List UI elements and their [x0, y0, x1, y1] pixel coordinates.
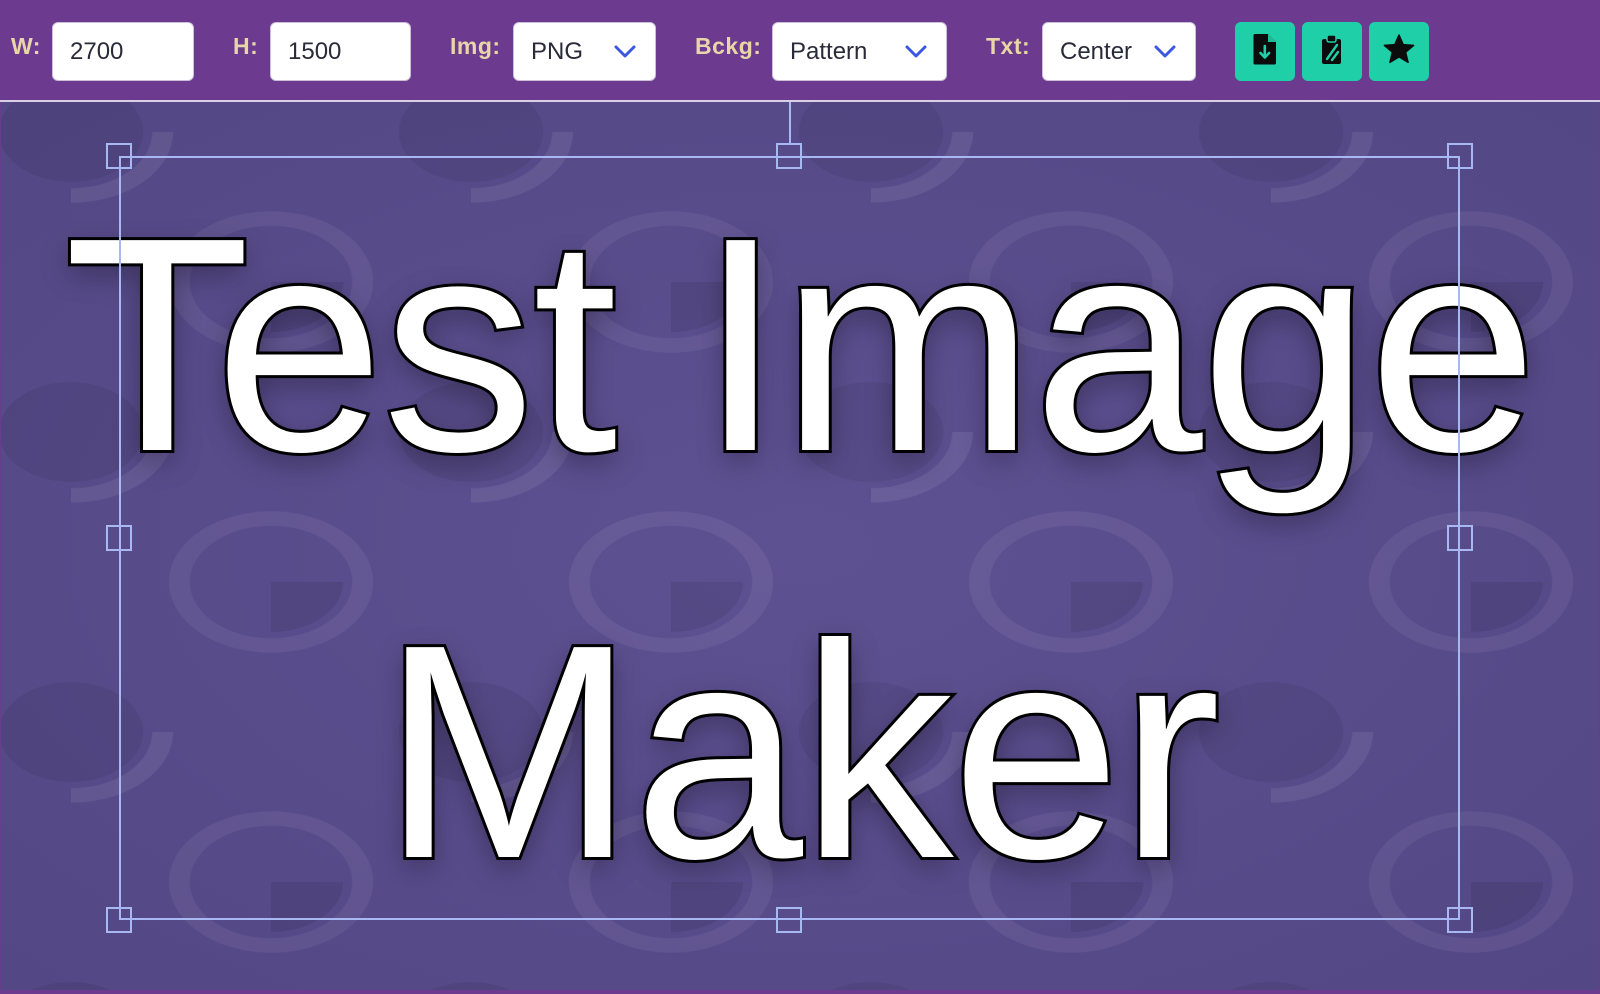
resize-handle-right[interactable] — [1447, 525, 1473, 551]
text-selection-box[interactable] — [119, 156, 1460, 920]
width-input[interactable]: 2700 — [52, 22, 194, 81]
favorite-button[interactable] — [1369, 22, 1429, 81]
resize-handle-bottom-right[interactable] — [1447, 907, 1473, 933]
background-value: Pattern — [790, 37, 868, 65]
toolbar: W: 2700 H: 1500 Img: PNG Bckg: Pattern T… — [0, 0, 1600, 102]
resize-handle-bottom[interactable] — [776, 907, 802, 933]
resize-handle-top-right[interactable] — [1447, 143, 1473, 169]
resize-handle-bottom-left[interactable] — [106, 907, 132, 933]
chevron-down-icon — [611, 42, 639, 62]
img-format-value: PNG — [531, 37, 584, 65]
resize-handle-left[interactable] — [106, 525, 132, 551]
copy-clipboard-icon — [1317, 33, 1347, 70]
background-label: Bckg: — [695, 33, 762, 59]
download-button[interactable] — [1235, 22, 1295, 81]
resize-handle-top-left[interactable] — [106, 143, 132, 169]
text-align-label: Txt: — [986, 33, 1031, 59]
resize-handle-top[interactable] — [776, 143, 802, 169]
width-value: 2700 — [70, 37, 124, 65]
width-label: W: — [11, 33, 41, 59]
image-preview-canvas[interactable]: Test Image Maker — [1, 102, 1599, 990]
star-icon — [1383, 34, 1415, 69]
rotate-handle-line — [789, 102, 791, 144]
height-input[interactable]: 1500 — [270, 22, 411, 81]
copy-button[interactable] — [1302, 22, 1362, 81]
background-select[interactable]: Pattern — [772, 22, 947, 81]
chevron-down-icon — [902, 42, 930, 62]
text-align-select[interactable]: Center — [1042, 22, 1196, 81]
chevron-down-icon — [1151, 42, 1179, 62]
text-align-value: Center — [1060, 37, 1133, 65]
height-label: H: — [233, 33, 259, 59]
height-value: 1500 — [288, 37, 342, 65]
download-file-icon — [1252, 33, 1278, 70]
img-format-label: Img: — [450, 33, 501, 59]
img-format-select[interactable]: PNG — [513, 22, 656, 81]
